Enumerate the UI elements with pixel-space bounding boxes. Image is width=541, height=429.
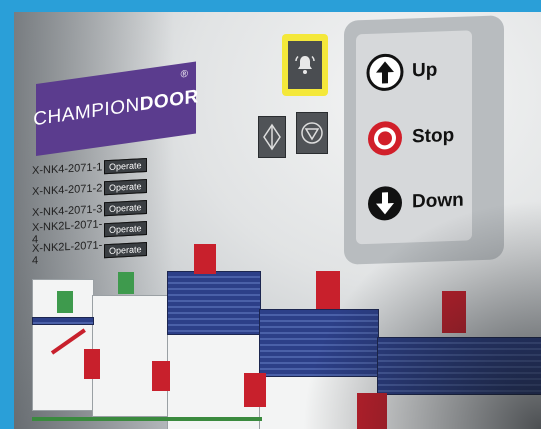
door-shutter xyxy=(167,271,261,335)
open-close-icon xyxy=(263,123,281,151)
blue-frame-left xyxy=(0,0,14,429)
status-indicator-green[interactable] xyxy=(118,272,134,294)
alarm-button[interactable] xyxy=(282,34,328,96)
status-indicator-green[interactable] xyxy=(57,291,73,313)
registered-mark: ® xyxy=(180,68,188,81)
status-indicator-red[interactable] xyxy=(244,373,266,407)
status-indicator-red[interactable] xyxy=(152,361,170,391)
operate-button[interactable]: Operate xyxy=(104,241,147,258)
device-name: X-NK4-2071-1 xyxy=(32,160,103,177)
arrow-up-icon xyxy=(366,53,404,91)
stop-icon xyxy=(368,121,402,156)
up-button[interactable]: Up xyxy=(366,52,437,92)
device-name: X-NK4-2071-3 xyxy=(32,202,103,219)
status-indicator-red[interactable] xyxy=(194,244,216,274)
brand-name: CHAMPIONDOOR xyxy=(33,86,198,131)
device-name: X-NK2L-2071-4 xyxy=(32,238,103,267)
device-name: X-NK4-2071-2 xyxy=(32,181,103,198)
operate-button[interactable]: Operate xyxy=(104,157,147,174)
alarm-button-face xyxy=(288,41,322,89)
door-shutter xyxy=(32,317,94,325)
stop-button[interactable]: Stop xyxy=(366,117,454,158)
open-close-button[interactable] xyxy=(258,116,286,158)
stop-label: Stop xyxy=(412,124,455,148)
close-button[interactable] xyxy=(296,112,328,154)
wall-segment xyxy=(92,295,169,417)
brand-name-part1: CHAMPION xyxy=(33,94,140,131)
operate-button[interactable]: Operate xyxy=(104,220,147,237)
device-list: X-NK4-2071-1 Operate X-NK4-2071-2 Operat… xyxy=(32,153,172,267)
operate-button[interactable]: Operate xyxy=(104,178,147,195)
close-icon xyxy=(301,122,323,144)
operate-button[interactable]: Operate xyxy=(104,199,147,216)
bell-icon xyxy=(295,55,315,74)
up-label: Up xyxy=(412,59,438,82)
control-panel-surface: CHAMPIONDOOR ® X-NK4-2071-1 Operate X-NK… xyxy=(14,12,541,429)
right-shadow xyxy=(301,199,541,429)
brand-name-part2: DOOR xyxy=(139,86,199,116)
status-indicator-red[interactable] xyxy=(84,349,100,379)
blue-frame-top xyxy=(0,0,541,12)
floor-line xyxy=(32,417,262,421)
